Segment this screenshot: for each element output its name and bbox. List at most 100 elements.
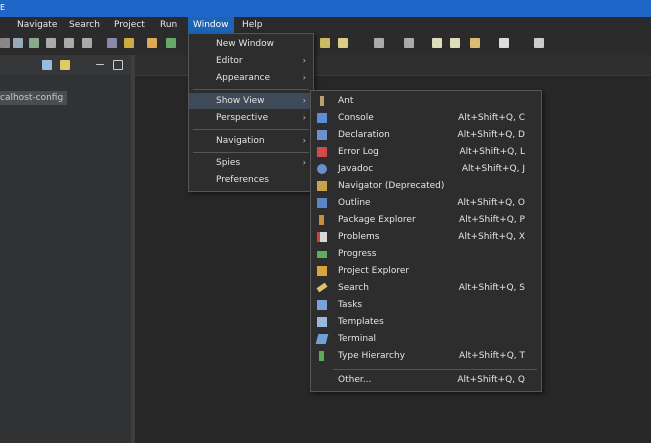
view-item-label: Ant bbox=[338, 96, 354, 106]
view-item-label: Tasks bbox=[338, 300, 363, 310]
menu-separator bbox=[193, 89, 309, 90]
view-item-label: Error Log bbox=[338, 147, 379, 157]
chevron-right-icon: › bbox=[302, 96, 306, 105]
terminal-icon bbox=[315, 334, 329, 344]
menu-item-label: Preferences bbox=[216, 175, 269, 185]
view-item-console[interactable]: Console Alt+Shift+Q, C bbox=[311, 110, 541, 126]
tree-item-project[interactable]: calhost-config bbox=[0, 91, 68, 105]
menu-navigate[interactable]: Navigate bbox=[12, 17, 62, 33]
back-arrow-icon[interactable] bbox=[432, 38, 442, 48]
toolbar-button[interactable] bbox=[46, 38, 56, 48]
package-explorer-icon bbox=[319, 215, 324, 225]
menu-separator bbox=[193, 129, 309, 130]
view-item-tasks[interactable]: Tasks bbox=[311, 297, 541, 313]
view-item-templates[interactable]: Templates bbox=[311, 314, 541, 330]
view-item-terminal[interactable]: Terminal bbox=[311, 331, 541, 347]
menu-window[interactable]: Window bbox=[188, 17, 234, 33]
maximize-icon[interactable] bbox=[113, 60, 123, 70]
view-item-search[interactable]: Search Alt+Shift+Q, S bbox=[311, 280, 541, 296]
back-icon[interactable] bbox=[470, 38, 480, 48]
shortcut-label: Alt+Shift+Q, S bbox=[458, 283, 525, 293]
navigator-icon bbox=[317, 181, 327, 191]
collapse-all-icon[interactable] bbox=[42, 60, 52, 70]
menu-help[interactable]: Help bbox=[237, 17, 268, 33]
view-item-label: Project Explorer bbox=[338, 266, 410, 276]
view-item-type-hierarchy[interactable]: Type Hierarchy Alt+Shift+Q, T bbox=[311, 348, 541, 364]
menu-item-preferences[interactable]: Preferences bbox=[189, 172, 313, 188]
shortcut-label: Alt+Shift+Q, T bbox=[458, 351, 525, 361]
toolbar-button[interactable] bbox=[107, 38, 117, 48]
view-item-ant[interactable]: Ant bbox=[311, 93, 541, 109]
project-explorer-panel: calhost-config bbox=[0, 55, 135, 443]
toolbar-button[interactable] bbox=[338, 38, 348, 48]
menu-item-label: Perspective bbox=[216, 113, 269, 123]
menu-item-appearance[interactable]: Appearance › bbox=[189, 70, 313, 86]
console-icon bbox=[317, 113, 327, 123]
menu-item-label: Show View bbox=[216, 96, 265, 106]
view-item-label: Javadoc bbox=[338, 164, 374, 174]
view-item-label: Terminal bbox=[338, 334, 377, 344]
view-item-other[interactable]: Other... Alt+Shift+Q, Q bbox=[311, 372, 541, 388]
view-item-package-explorer[interactable]: Package Explorer Alt+Shift+Q, P bbox=[311, 212, 541, 228]
menu-item-new-window[interactable]: New Window bbox=[189, 36, 313, 52]
view-item-label: Console bbox=[338, 113, 374, 123]
view-item-label: Navigator (Deprecated) bbox=[338, 181, 445, 191]
open-folder-icon[interactable] bbox=[320, 38, 330, 48]
view-item-problems[interactable]: Problems Alt+Shift+Q, X bbox=[311, 229, 541, 245]
problems-icon bbox=[317, 232, 327, 242]
link-editor-icon[interactable] bbox=[60, 60, 70, 70]
menu-project[interactable]: Project bbox=[109, 17, 150, 33]
shortcut-label: Alt+Shift+Q, D bbox=[457, 130, 525, 140]
menu-run[interactable]: Run bbox=[155, 17, 182, 33]
view-item-label: Package Explorer bbox=[338, 215, 416, 225]
toolbar-button[interactable] bbox=[0, 38, 10, 48]
toolbar-button[interactable] bbox=[147, 38, 157, 48]
javadoc-icon bbox=[317, 164, 327, 174]
view-item-javadoc[interactable]: Javadoc Alt+Shift+Q, J bbox=[311, 161, 541, 177]
toolbar-button[interactable] bbox=[124, 38, 134, 48]
view-item-navigator[interactable]: Navigator (Deprecated) bbox=[311, 178, 541, 194]
menu-bar: Navigate Search Project Run Window Help bbox=[0, 17, 651, 33]
view-item-label: Type Hierarchy bbox=[338, 351, 406, 361]
menu-item-spies[interactable]: Spies › bbox=[189, 155, 313, 171]
type-hierarchy-icon bbox=[319, 351, 324, 361]
shortcut-label: Alt+Shift+Q, P bbox=[459, 215, 525, 225]
chevron-right-icon: › bbox=[302, 73, 306, 82]
save-icon[interactable] bbox=[13, 38, 23, 48]
view-item-project-explorer[interactable]: Project Explorer bbox=[311, 263, 541, 279]
toolbar-button[interactable] bbox=[82, 38, 92, 48]
shortcut-label: Alt+Shift+Q, L bbox=[459, 147, 525, 157]
chevron-right-icon: › bbox=[302, 158, 306, 167]
view-item-label: Problems bbox=[338, 232, 380, 242]
view-item-declaration[interactable]: Declaration Alt+Shift+Q, D bbox=[311, 127, 541, 143]
minimize-icon[interactable] bbox=[96, 64, 104, 65]
run-icon[interactable] bbox=[166, 38, 176, 48]
view-item-progress[interactable]: Progress bbox=[311, 246, 541, 262]
toolbar-button[interactable] bbox=[29, 38, 39, 48]
menu-item-show-view[interactable]: Show View › bbox=[189, 93, 313, 109]
toolbar-button[interactable] bbox=[404, 38, 414, 48]
menu-item-label: Spies bbox=[216, 158, 241, 168]
menu-search[interactable]: Search bbox=[64, 17, 105, 33]
shortcut-label: Alt+Shift+Q, O bbox=[457, 198, 525, 208]
view-item-error-log[interactable]: Error Log Alt+Shift+Q, L bbox=[311, 144, 541, 160]
progress-icon bbox=[317, 251, 327, 258]
menu-item-label: Editor bbox=[216, 56, 243, 66]
view-item-label: Declaration bbox=[338, 130, 390, 140]
toolbar-button[interactable] bbox=[374, 38, 384, 48]
menu-item-label: Navigation bbox=[216, 136, 265, 146]
forward-arrow-icon[interactable] bbox=[450, 38, 460, 48]
menu-item-editor[interactable]: Editor › bbox=[189, 53, 313, 69]
menu-item-label: Appearance bbox=[216, 73, 271, 83]
view-item-label: Progress bbox=[338, 249, 377, 259]
forward-icon[interactable] bbox=[499, 38, 509, 48]
menu-item-navigation[interactable]: Navigation › bbox=[189, 133, 313, 149]
view-item-outline[interactable]: Outline Alt+Shift+Q, O bbox=[311, 195, 541, 211]
title-bar: E bbox=[0, 0, 651, 17]
menu-item-perspective[interactable]: Perspective › bbox=[189, 110, 313, 126]
toolbar-button[interactable] bbox=[534, 38, 544, 48]
toolbar-button[interactable] bbox=[64, 38, 74, 48]
view-item-label: Templates bbox=[338, 317, 384, 327]
menu-separator bbox=[333, 369, 537, 370]
view-item-label: Search bbox=[338, 283, 369, 293]
